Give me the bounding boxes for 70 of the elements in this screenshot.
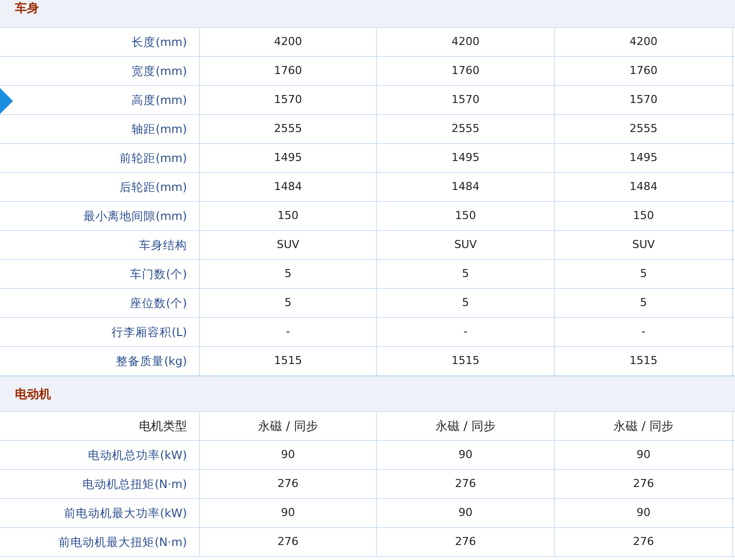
table-cell: 276 xyxy=(200,528,377,556)
table-cell: 1484 xyxy=(377,173,555,201)
table-cell: 1495 xyxy=(200,144,377,172)
table-cell: 永磁 / 同步 xyxy=(377,412,555,440)
table-cell: 1515 xyxy=(377,347,555,375)
row-label: 前电动机最大功率(kW) xyxy=(0,499,200,527)
table-cell: 5 xyxy=(200,289,377,317)
row-label: 长度(mm) xyxy=(0,28,200,56)
row-label: 整备质量(kg) xyxy=(0,347,200,375)
section-title: 电动机 xyxy=(15,386,51,402)
table-cell: 5 xyxy=(377,289,555,317)
table-cell: 1570 xyxy=(200,86,377,114)
row-label: 行李厢容积(L) xyxy=(0,318,200,346)
table-cell: 90 xyxy=(377,499,555,527)
arrow-icon[interactable] xyxy=(0,88,13,114)
table-cell: 1484 xyxy=(200,173,377,201)
row-label: 宽度(mm) xyxy=(0,57,200,85)
table-cell: 5 xyxy=(555,260,733,288)
table-cell: 90 xyxy=(555,499,733,527)
table-cell: 1760 xyxy=(377,57,555,85)
table-cell: 1515 xyxy=(200,347,377,375)
table-cell: 1760 xyxy=(200,57,377,85)
table-cell: 1484 xyxy=(555,173,733,201)
table-cell: 276 xyxy=(377,528,555,556)
table-cell: 276 xyxy=(555,528,733,556)
table-cell: SUV xyxy=(555,231,733,259)
row-label: 车身结构 xyxy=(0,231,200,259)
table-cell: 4200 xyxy=(555,28,733,56)
row-label: 电机类型 xyxy=(0,412,200,440)
table-cell: 5 xyxy=(377,260,555,288)
table-cell: 150 xyxy=(200,202,377,230)
table-cell: 150 xyxy=(377,202,555,230)
table-cell: 1760 xyxy=(555,57,733,85)
table-cell: 2555 xyxy=(200,115,377,143)
table-cell: 90 xyxy=(555,441,733,469)
table-cell: 5 xyxy=(555,289,733,317)
table-cell: 永磁 / 同步 xyxy=(200,412,377,440)
table-cell: 1570 xyxy=(555,86,733,114)
row-label: 前轮距(mm) xyxy=(0,144,200,172)
table-cell: 1495 xyxy=(555,144,733,172)
table-cell: 276 xyxy=(377,470,555,498)
table-cell: 150 xyxy=(555,202,733,230)
table-cell: 2555 xyxy=(555,115,733,143)
row-label: 座位数(个) xyxy=(0,289,200,317)
table-cell: SUV xyxy=(200,231,377,259)
table-cell: 276 xyxy=(555,470,733,498)
table-cell: 永磁 / 同步 xyxy=(555,412,733,440)
row-label: 前电动机最大扭矩(N·m) xyxy=(0,528,200,556)
row-label: 最小离地间隙(mm) xyxy=(0,202,200,230)
table-cell: 4200 xyxy=(377,28,555,56)
table-cell: 276 xyxy=(200,470,377,498)
table-cell: 90 xyxy=(200,441,377,469)
table-cell: 5 xyxy=(200,260,377,288)
table-cell: 1570 xyxy=(377,86,555,114)
table-cell: 4200 xyxy=(200,28,377,56)
table-cell: 90 xyxy=(377,441,555,469)
row-label: 车门数(个) xyxy=(0,260,200,288)
table-cell: 1495 xyxy=(377,144,555,172)
row-label: 电动机总扭矩(N·m) xyxy=(0,470,200,498)
table-cell: 90 xyxy=(200,499,377,527)
row-label: 轴距(mm) xyxy=(0,115,200,143)
row-label: 电动机总功率(kW) xyxy=(0,441,200,469)
table-cell: - xyxy=(200,318,377,346)
table-cell: 2555 xyxy=(377,115,555,143)
section-title: 车身 xyxy=(15,0,39,17)
row-label: 后轮距(mm) xyxy=(0,173,200,201)
table-cell: SUV xyxy=(377,231,555,259)
table-cell: - xyxy=(377,318,555,346)
table-cell: - xyxy=(555,318,733,346)
table-cell: 1515 xyxy=(555,347,733,375)
